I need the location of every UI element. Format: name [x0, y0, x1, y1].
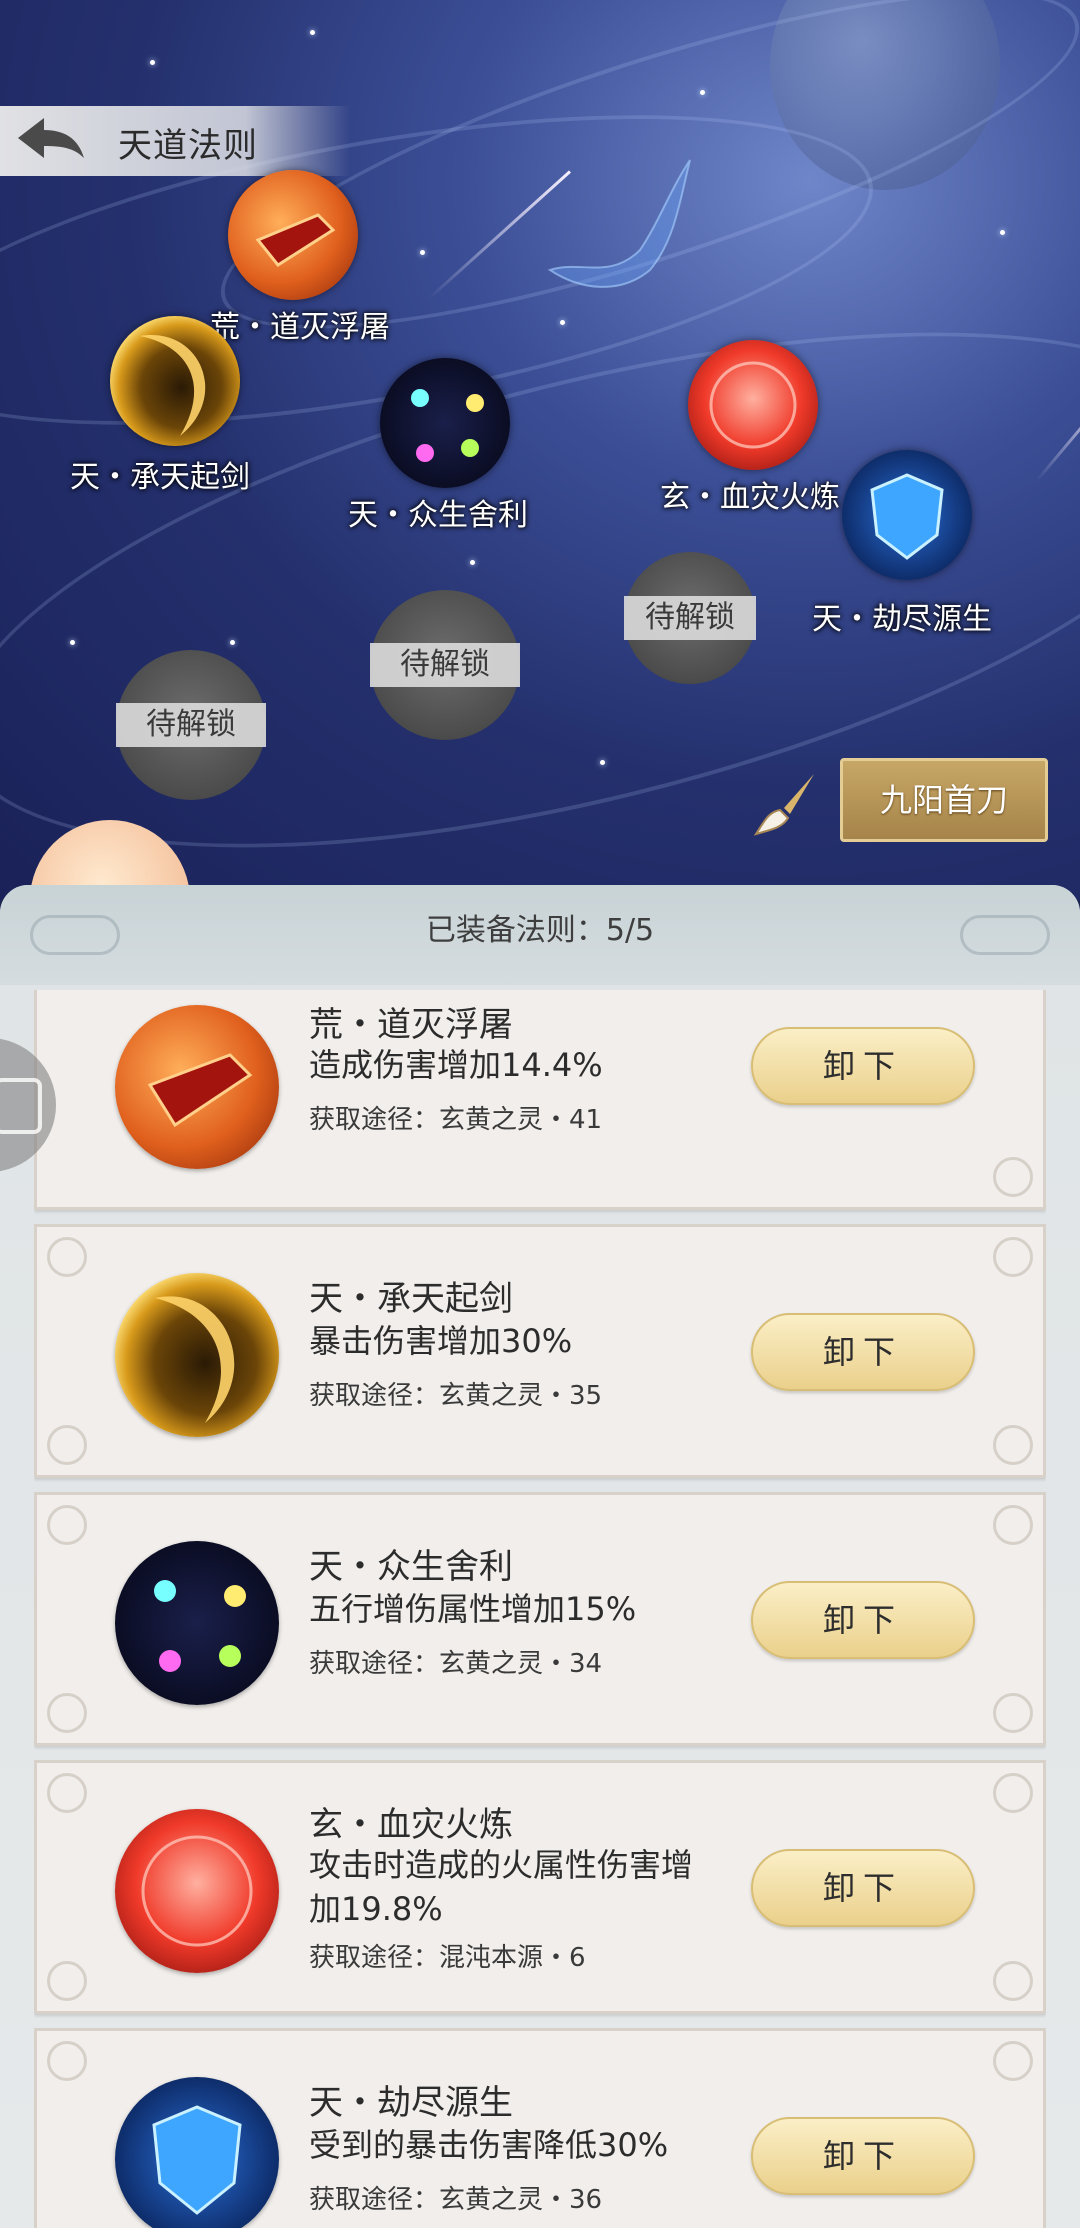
corner-ornament-icon: [47, 1693, 87, 1733]
corner-ornament-icon: [993, 1773, 1033, 1813]
corner-ornament-icon: [993, 1505, 1033, 1545]
node-tian-jiejin[interactable]: [842, 450, 972, 580]
node-tian-zhongsheng[interactable]: [380, 358, 510, 488]
equipped-count: 已装备法则：5/5: [425, 913, 655, 948]
rule-source: 获取途径：玄黄之灵・35: [309, 1381, 603, 1411]
rule-card: 天・众生舍利 五行增伤属性增加15% 获取途径：玄黄之灵・34 卸下: [34, 1492, 1046, 1746]
locked-node[interactable]: 待解锁: [624, 552, 756, 684]
rule-effect: 受到的暴击伤害降低30%: [309, 2126, 669, 2164]
unload-button[interactable]: 卸下: [751, 1581, 975, 1659]
corner-ornament-icon: [993, 1961, 1033, 2001]
corner-ornament-icon: [47, 1773, 87, 1813]
golden-crescent-icon: [140, 335, 206, 436]
locked-node[interactable]: 待解锁: [116, 650, 266, 800]
rule-source: 获取途径：玄黄之灵・36: [309, 2185, 603, 2215]
node-xuan-xuezai[interactable]: [688, 340, 818, 470]
corner-ornament-icon: [993, 1425, 1033, 1465]
rule-effect: 暴击伤害增加30%: [309, 1322, 573, 1360]
corner-ornament-icon: [47, 2041, 87, 2081]
corner-ornament-icon: [993, 2041, 1033, 2081]
locked-node[interactable]: 待解锁: [370, 590, 520, 740]
node-label: 荒・道灭浮屠: [210, 310, 390, 345]
rule-name: 玄・血灾火炼: [309, 1805, 513, 1845]
rule-effect: 五行增伤属性增加15%: [309, 1590, 637, 1628]
page-title: 天道法则: [118, 126, 258, 166]
rule-card: 天・劫尽源生 受到的暴击伤害降低30% 获取途径：玄黄之灵・36 卸下: [34, 2028, 1046, 2228]
corner-ornament-icon: [993, 1157, 1033, 1197]
rule-source: 获取途径：玄黄之灵・34: [309, 1649, 603, 1679]
brush-icon[interactable]: [748, 768, 822, 842]
unload-button[interactable]: 卸下: [751, 2117, 975, 2195]
top-bar: 天道法则: [0, 106, 350, 176]
rule-list[interactable]: 荒・道灭浮屠 造成伤害增加14.4% 获取途径：玄黄之灵・41 卸下 天・承天起…: [34, 990, 1046, 2228]
unload-button[interactable]: 卸下: [751, 1027, 975, 1105]
whale-constellation-icon: [547, 159, 691, 288]
rule-effect: 造成伤害增加14.4%: [309, 1046, 603, 1084]
node-label: 天・承天起剑: [70, 460, 250, 495]
rule-card: 天・承天起剑 暴击伤害增加30% 获取途径：玄黄之灵・35 卸下: [34, 1224, 1046, 1478]
node-huang-daomie[interactable]: [228, 170, 358, 300]
rule-effect: 攻击时造成的火属性伤害增加19.8%: [309, 1846, 694, 1928]
golden-crescent-icon: [115, 1273, 279, 1437]
node-label: 天・众生舍利: [348, 498, 528, 533]
blue-shield-icon: [115, 2077, 279, 2228]
rule-source: 获取途径：玄黄之灵・41: [309, 1105, 603, 1135]
rule-name: 天・众生舍利: [309, 1547, 513, 1587]
rule-name: 天・承天起剑: [309, 1279, 513, 1319]
rule-card: 玄・血灾火炼 攻击时造成的火属性伤害增加19.8% 获取途径：混沌本源・6 卸下: [34, 1760, 1046, 2014]
panel-header: 已装备法则：5/5: [0, 885, 1080, 985]
red-orb-icon: [709, 361, 797, 449]
rule-name: 天・劫尽源生: [309, 2083, 513, 2123]
rule-card: 荒・道灭浮屠 造成伤害增加14.4% 获取途径：玄黄之灵・41 卸下: [34, 990, 1046, 1210]
back-button[interactable]: [12, 114, 92, 168]
node-label: 玄・血灾火炼: [660, 480, 840, 515]
fire-pagoda-icon: [115, 1005, 279, 1169]
jiuyang-button[interactable]: 九阳首刀: [840, 758, 1048, 842]
fire-pagoda-icon: [255, 213, 336, 267]
corner-ornament-icon: [993, 1693, 1033, 1733]
colored-comets-icon: [411, 389, 484, 462]
blue-shield-icon: [870, 473, 944, 560]
unload-button[interactable]: 卸下: [751, 1313, 975, 1391]
corner-ornament-icon: [47, 1505, 87, 1545]
rule-name: 荒・道灭浮屠: [309, 1005, 513, 1045]
corner-ornament-icon: [47, 1961, 87, 2001]
back-arrow-icon: [18, 118, 84, 158]
red-orb-icon: [115, 1809, 279, 1973]
colored-comets-icon: [115, 1541, 279, 1705]
node-tian-chengtian[interactable]: [110, 316, 240, 446]
rule-source: 获取途径：混沌本源・6: [309, 1943, 586, 1973]
corner-ornament-icon: [993, 1237, 1033, 1277]
unload-button[interactable]: 卸下: [751, 1849, 975, 1927]
corner-ornament-icon: [47, 1425, 87, 1465]
corner-ornament-icon: [47, 1237, 87, 1277]
node-label: 天・劫尽源生: [812, 602, 992, 637]
